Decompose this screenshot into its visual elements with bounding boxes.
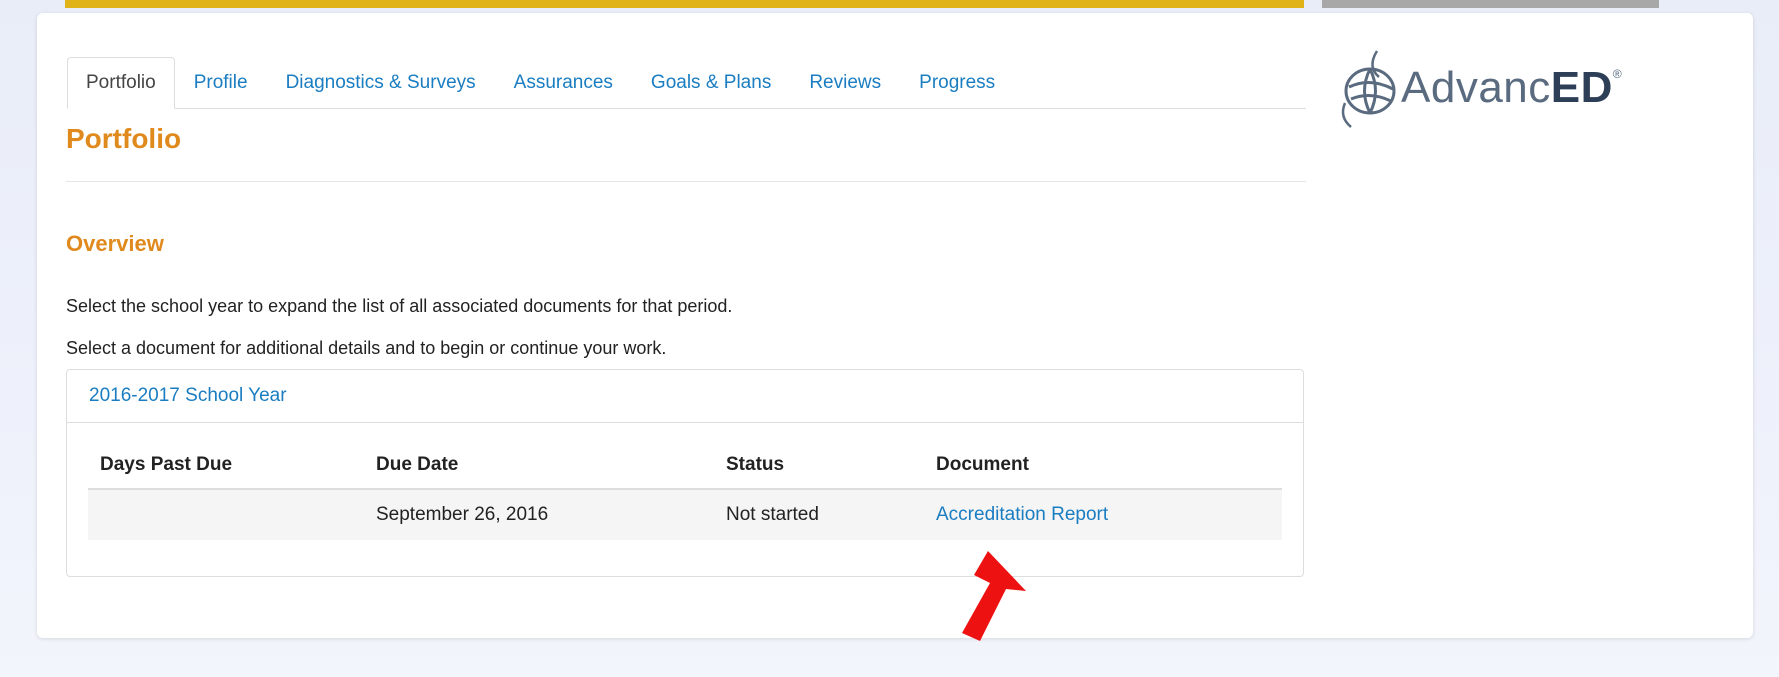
advanced-logo: AdvancED®	[1337, 43, 1637, 133]
instruction-text: Select a document for additional details…	[66, 338, 667, 358]
school-year-panel: 2016-2017 School Year Days Past Due Due …	[66, 369, 1304, 577]
tab-goals-plans[interactable]: Goals & Plans	[632, 57, 790, 109]
divider	[66, 181, 1306, 182]
school-year-toggle[interactable]: 2016-2017 School Year	[67, 370, 1303, 423]
column-header-status: Status	[714, 442, 924, 490]
tab-bar: Portfolio Profile Diagnostics & Surveys …	[67, 43, 1306, 109]
table-header-row: Days Past Due Due Date Status Document	[88, 442, 1282, 490]
days-past-due-cell	[88, 489, 364, 540]
column-header-document: Document	[924, 442, 1282, 490]
accreditation-report-link[interactable]: Accreditation Report	[936, 504, 1108, 525]
top-accent-bar	[65, 0, 1304, 8]
instruction-text: Select the school year to expand the lis…	[66, 296, 733, 316]
column-header-due-date: Due Date	[364, 442, 714, 490]
main-card: Portfolio Profile Diagnostics & Surveys …	[37, 13, 1753, 638]
globe-icon	[1341, 50, 1396, 128]
section-title: Overview	[66, 231, 164, 256]
tab-progress[interactable]: Progress	[900, 57, 1014, 109]
column-header-days-past-due: Days Past Due	[88, 442, 364, 490]
page-title: Portfolio	[66, 123, 182, 154]
top-gray-bar	[1322, 0, 1659, 8]
tab-portfolio[interactable]: Portfolio	[67, 57, 175, 109]
tab-diagnostics-surveys[interactable]: Diagnostics & Surveys	[267, 57, 495, 109]
logo-text: AdvancED®	[1401, 63, 1623, 112]
status-cell: Not started	[714, 489, 924, 540]
tab-assurances[interactable]: Assurances	[495, 57, 632, 109]
table-row: September 26, 2016 Not started Accredita…	[88, 489, 1282, 540]
tab-reviews[interactable]: Reviews	[790, 57, 900, 109]
tab-profile[interactable]: Profile	[175, 57, 267, 109]
due-date-cell: September 26, 2016	[364, 489, 714, 540]
red-arrow-icon	[962, 551, 1026, 641]
documents-table: Days Past Due Due Date Status Document S…	[88, 442, 1282, 540]
document-cell: Accreditation Report	[924, 489, 1282, 540]
